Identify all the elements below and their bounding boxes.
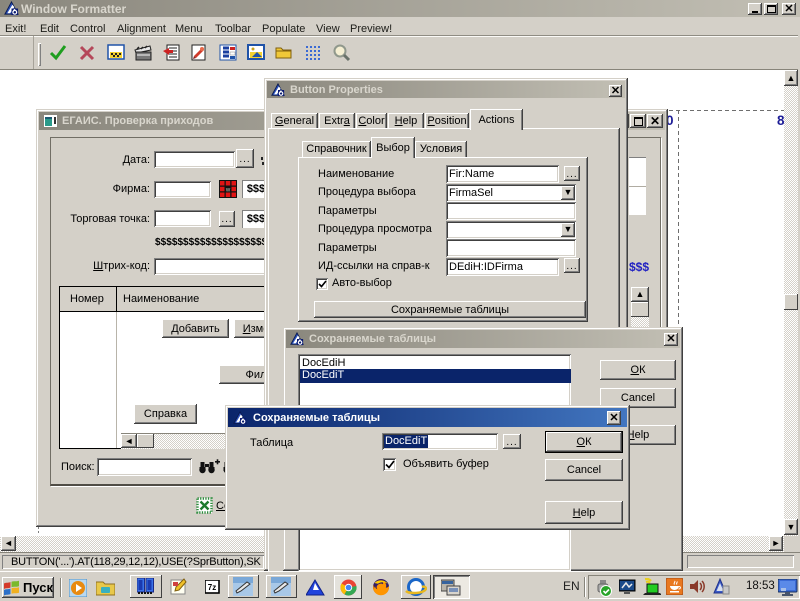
svg-text:7z: 7z <box>208 583 216 592</box>
svg-text:w: w <box>225 188 231 194</box>
